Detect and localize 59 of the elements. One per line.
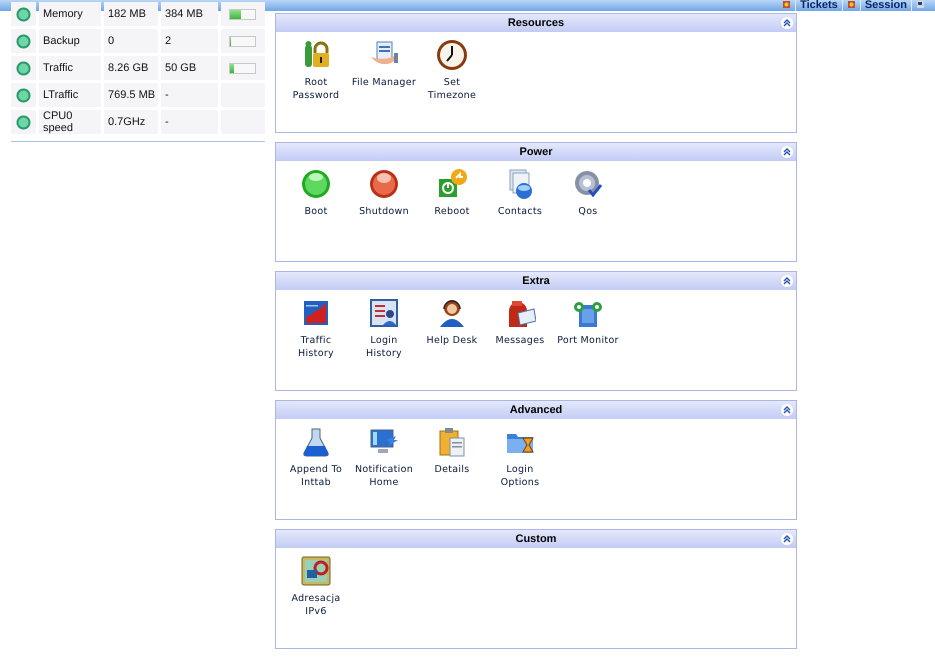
status-dot bbox=[16, 6, 31, 22]
clock-icon bbox=[436, 39, 468, 71]
shortcut-link[interactable]: Port Monitor bbox=[555, 297, 621, 360]
collapse-icon[interactable] bbox=[781, 146, 793, 158]
table-cell: LTraffic bbox=[39, 83, 101, 107]
panel-title: Power bbox=[518, 144, 554, 160]
top-tab[interactable]: Tickets bbox=[795, 0, 843, 11]
table-cell: Traffic bbox=[39, 56, 101, 80]
shortcut-link[interactable]: Reboot bbox=[419, 168, 485, 218]
table-cell: - bbox=[161, 110, 218, 134]
power-icon bbox=[436, 168, 468, 200]
shortcut-link[interactable]: Notification Home bbox=[351, 426, 417, 489]
table-cell: CPU0 speed bbox=[39, 110, 101, 134]
shortcut-link[interactable]: Help Desk bbox=[419, 297, 485, 360]
table-cell: 769.5 MB bbox=[104, 83, 158, 107]
panel-title: Custom bbox=[514, 532, 558, 547]
shortcut-link[interactable]: Shutdown bbox=[351, 168, 417, 218]
panel-title: Resources bbox=[506, 16, 566, 31]
table-cell: - bbox=[161, 83, 218, 107]
tab-icon bbox=[846, 0, 856, 9]
shortcut-link[interactable]: Traffic History bbox=[283, 297, 349, 360]
collapse-icon[interactable] bbox=[781, 275, 793, 287]
collapse-icon[interactable] bbox=[781, 17, 793, 29]
list-icon bbox=[368, 297, 400, 329]
status-dot bbox=[16, 114, 31, 130]
panel-title: Advanced bbox=[508, 402, 564, 418]
shortcut-link[interactable]: Details bbox=[419, 426, 485, 489]
table-cell: 384 MB bbox=[161, 2, 218, 26]
table-cell: 0.7GHz bbox=[104, 110, 158, 134]
shortcut-link[interactable]: Qos bbox=[555, 168, 621, 218]
table-cell: 8.26 GB bbox=[104, 56, 158, 80]
table-cell: Memory bbox=[39, 2, 101, 26]
panel-title: Extra bbox=[521, 274, 551, 289]
table-cell: 2 bbox=[161, 29, 218, 53]
shortcut-link[interactable]: Set Timezone bbox=[419, 39, 485, 102]
shortcut-link[interactable]: Login History bbox=[351, 297, 417, 360]
tab-icon bbox=[782, 0, 792, 9]
top-tab[interactable]: Session bbox=[860, 0, 912, 11]
status-dot bbox=[16, 34, 31, 48]
status-dot bbox=[16, 60, 31, 76]
shortcut-link[interactable]: Contacts bbox=[487, 168, 553, 218]
orb-icon bbox=[300, 168, 332, 200]
orb-icon bbox=[368, 168, 400, 200]
table-cell: 50 GB bbox=[161, 56, 218, 80]
status-dot bbox=[16, 88, 31, 102]
shortcut-link[interactable]: File Manager bbox=[351, 39, 417, 102]
shortcut-link[interactable]: Append To Inttab bbox=[283, 426, 349, 489]
shortcut-link[interactable]: Root Password bbox=[283, 39, 349, 102]
tab-icon bbox=[916, 0, 925, 9]
collapse-icon[interactable] bbox=[781, 404, 793, 416]
table-cell: Backup bbox=[39, 29, 101, 53]
shortcut-link[interactable]: Adresacja IPv6 bbox=[283, 555, 349, 618]
shortcut-link[interactable]: Messages bbox=[487, 297, 553, 360]
collapse-icon[interactable] bbox=[781, 533, 793, 545]
table-cell: 0 bbox=[104, 29, 158, 53]
shortcut-link[interactable]: Login Options bbox=[487, 426, 553, 489]
table-cell: 182 MB bbox=[104, 2, 158, 26]
tile-icon bbox=[300, 555, 332, 587]
shortcut-link[interactable]: Boot bbox=[283, 168, 349, 218]
